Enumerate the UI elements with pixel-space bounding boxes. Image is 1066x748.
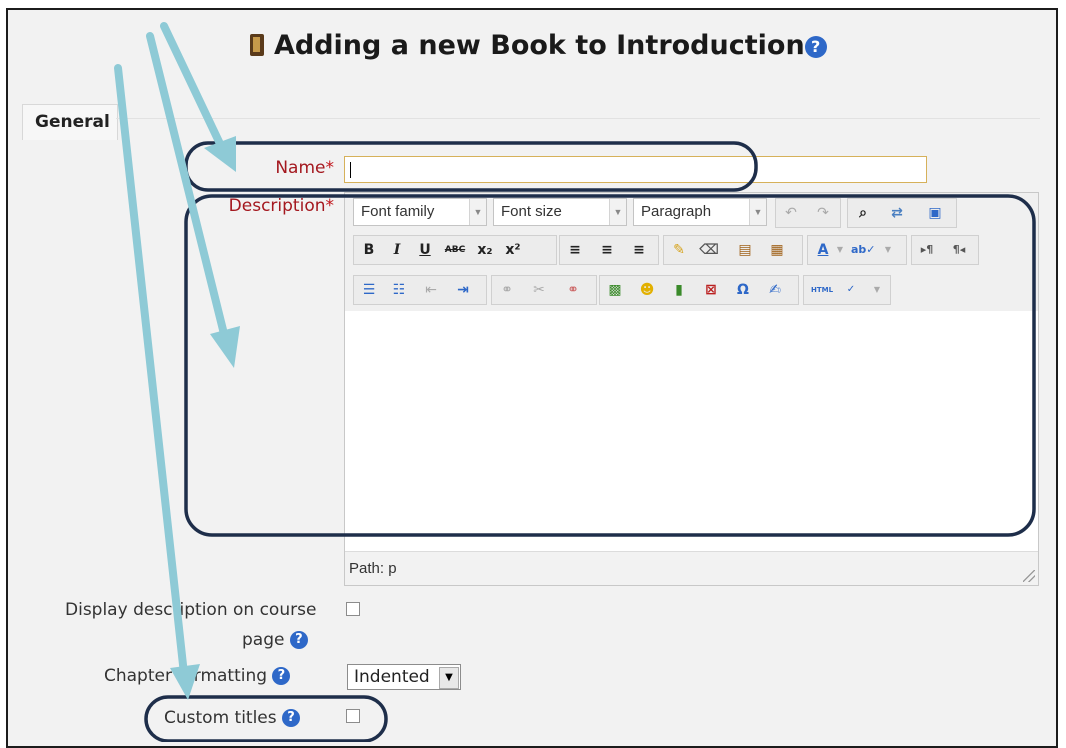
underline-icon[interactable]: U bbox=[413, 238, 437, 262]
custom-titles-checkbox[interactable] bbox=[346, 709, 360, 723]
image-icon[interactable]: ▩ bbox=[603, 278, 627, 302]
unlink-icon[interactable]: ✂ bbox=[527, 278, 551, 302]
strikethrough-icon[interactable]: ABC bbox=[443, 238, 467, 262]
edit-icon[interactable]: ✍ bbox=[763, 278, 787, 302]
editor-path: Path: p bbox=[345, 551, 1038, 585]
find-icon[interactable]: ⌕ bbox=[851, 201, 875, 225]
custom-titles-label: Custom titles ? bbox=[164, 708, 301, 728]
bold-icon[interactable]: B bbox=[357, 238, 381, 262]
fullscreen-icon[interactable]: ▣ bbox=[923, 201, 947, 225]
help-icon[interactable]: ? bbox=[272, 667, 291, 685]
paste-text-icon[interactable]: ▤ bbox=[733, 238, 757, 262]
fieldset-divider bbox=[116, 118, 1040, 119]
bullet-list-icon[interactable]: ☰ bbox=[357, 278, 381, 302]
omega-icon[interactable]: Ω bbox=[731, 278, 755, 302]
book-icon bbox=[250, 34, 264, 56]
ltr-icon[interactable]: ▸¶ bbox=[915, 238, 939, 262]
resize-handle-icon[interactable] bbox=[1023, 570, 1035, 582]
name-label: Name* bbox=[275, 158, 334, 178]
editor-content-area[interactable] bbox=[345, 311, 1038, 551]
chevron-down-icon[interactable]: ▼ bbox=[871, 278, 883, 302]
description-editor[interactable]: Font family ▼ Font size ▼ Paragraph ▼ ↶ ↷ ⌕… bbox=[344, 192, 1039, 586]
replace-icon[interactable]: ⇄ bbox=[885, 201, 909, 225]
numbered-list-icon[interactable]: ☷ bbox=[387, 278, 411, 302]
highlight-color-icon[interactable]: ab✓ bbox=[851, 238, 876, 262]
display-description-label-line2: page ? bbox=[242, 630, 308, 650]
align-right-icon[interactable]: ≡ bbox=[627, 238, 651, 262]
indent-icon[interactable]: ⇥ bbox=[451, 278, 475, 302]
nolink-filter-icon[interactable]: ⊠ bbox=[699, 278, 723, 302]
format-select[interactable]: Paragraph ▼ bbox=[633, 198, 767, 226]
help-icon[interactable]: ? bbox=[289, 631, 308, 649]
description-label: Description* bbox=[228, 196, 334, 216]
html-icon[interactable]: HTML bbox=[807, 278, 837, 302]
text-color-icon[interactable]: A bbox=[811, 238, 835, 262]
italic-icon[interactable]: I bbox=[385, 238, 409, 262]
font-size-select[interactable]: Font size ▼ bbox=[493, 198, 627, 226]
chevron-down-icon[interactable]: ▼ bbox=[883, 238, 893, 262]
outdent-icon[interactable]: ⇤ bbox=[419, 278, 443, 302]
chapter-formatting-select[interactable]: Indented ▼ bbox=[347, 664, 461, 690]
font-family-select[interactable]: Font family ▼ bbox=[353, 198, 487, 226]
paste-word-icon[interactable]: ▦ bbox=[765, 238, 789, 262]
name-input[interactable] bbox=[344, 156, 927, 183]
redo-icon[interactable]: ↷ bbox=[811, 201, 835, 225]
align-center-icon[interactable]: ≡ bbox=[595, 238, 619, 262]
help-icon[interactable]: ? bbox=[282, 709, 301, 727]
text-cursor bbox=[350, 162, 351, 178]
editor-toolbar: Font family ▼ Font size ▼ Paragraph ▼ ↶ ↷ ⌕… bbox=[345, 193, 1038, 312]
spellcheck-icon[interactable]: ✓ bbox=[839, 278, 863, 302]
subscript-icon[interactable]: x₂ bbox=[473, 238, 497, 262]
display-description-label: Display description on course bbox=[65, 600, 317, 620]
media-icon[interactable]: ▮ bbox=[667, 278, 691, 302]
rtl-icon[interactable]: ¶◂ bbox=[947, 238, 971, 262]
brush-icon[interactable]: ✎ bbox=[667, 238, 691, 262]
chapter-formatting-label: Chapter formatting ? bbox=[104, 666, 291, 686]
chevron-down-icon[interactable]: ▼ bbox=[439, 667, 459, 689]
chevron-down-icon[interactable]: ▼ bbox=[835, 238, 845, 262]
nolink-icon[interactable]: ⚭ bbox=[561, 278, 585, 302]
superscript-icon[interactable]: x² bbox=[501, 238, 525, 262]
emoticon-icon[interactable]: ☻ bbox=[635, 278, 659, 302]
undo-icon[interactable]: ↶ bbox=[779, 201, 803, 225]
eraser-icon[interactable]: ⌫ bbox=[697, 238, 721, 262]
align-left-icon[interactable]: ≡ bbox=[563, 238, 587, 262]
help-icon[interactable]: ? bbox=[804, 36, 827, 58]
link-icon[interactable]: ⚭ bbox=[495, 278, 519, 302]
display-description-checkbox[interactable] bbox=[346, 602, 360, 616]
page-title: Adding a new Book to Introduction? bbox=[250, 30, 827, 61]
fieldset-legend-general: General bbox=[22, 104, 118, 140]
